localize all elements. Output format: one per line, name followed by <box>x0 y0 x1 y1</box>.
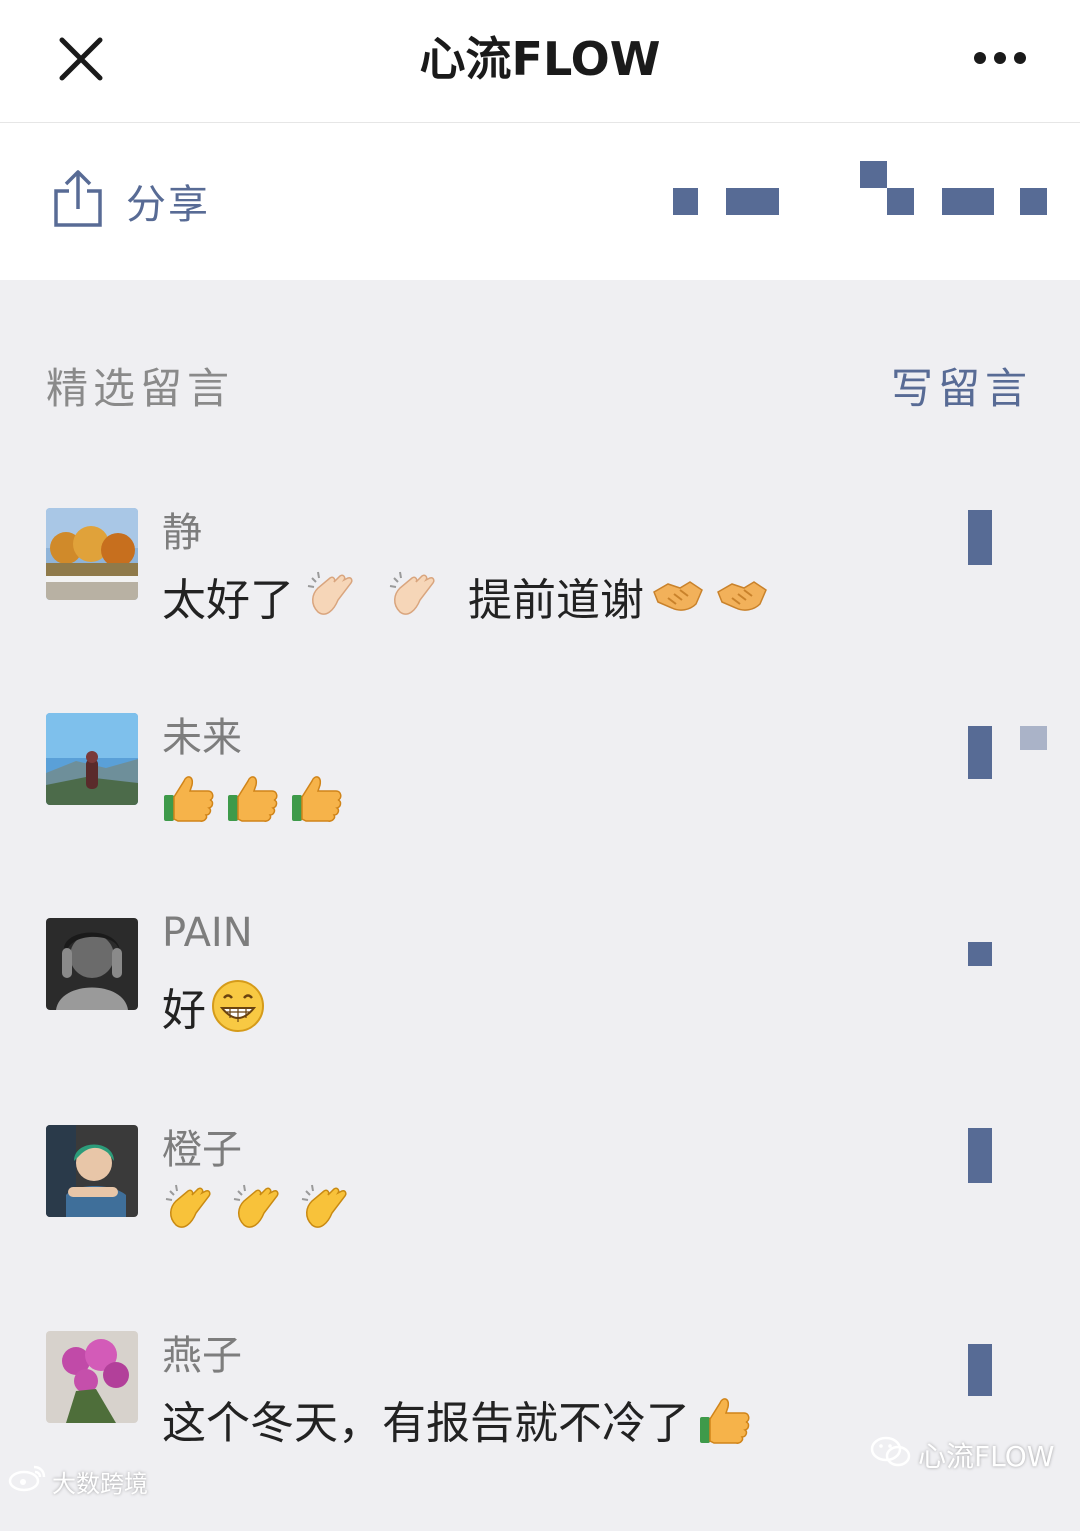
more-dots-icon[interactable] <box>968 40 1032 76</box>
avatar[interactable] <box>46 713 138 805</box>
clap-light-icon <box>304 568 360 624</box>
like-indicator-light <box>1020 726 1047 750</box>
comment-author: 静 <box>162 510 202 556</box>
thumbs-up-icon <box>290 769 346 825</box>
comment-text <box>162 769 354 825</box>
watermark: 心流FLOW <box>870 1433 1054 1477</box>
comment-text: 好 <box>162 974 274 1038</box>
comment-item: 橙子 <box>0 1125 1080 1325</box>
grin-icon <box>210 978 266 1034</box>
section-header: 精选留言 写留言 <box>0 355 1080 435</box>
share-upload-icon <box>52 169 104 233</box>
section-title: 精选留言 <box>46 364 235 413</box>
wechat-icon <box>870 1434 912 1477</box>
comment-text-part: 太好了 <box>162 575 294 626</box>
comment-text: 太好了 提前道谢 <box>162 564 778 628</box>
avatar[interactable] <box>46 1331 138 1423</box>
watermark-secondary-text: 大数跨境 <box>52 1469 148 1498</box>
comment-author: 橙子 <box>162 1127 242 1173</box>
comment-text: 这个冬天，有报告就不冷了 <box>162 1387 762 1451</box>
like-indicator[interactable] <box>968 726 992 779</box>
thumbs-up-icon <box>162 769 218 825</box>
weibo-icon <box>8 1463 48 1499</box>
clap-light-icon <box>386 568 442 624</box>
clap-icon <box>230 1181 286 1237</box>
watermark-secondary: 大数跨境 <box>8 1463 148 1499</box>
comment-text-part: 这个冬天，有报告就不冷了 <box>162 1398 690 1449</box>
avatar[interactable] <box>46 918 138 1010</box>
like-indicator[interactable] <box>968 1128 992 1183</box>
comment-item: 燕子 这个冬天，有报告就不冷了 <box>0 1331 1080 1531</box>
top-bar: 心流FLOW <box>0 0 1080 123</box>
comment-item: 未来 <box>0 713 1080 913</box>
watermark-text: 心流FLOW <box>918 1440 1055 1473</box>
comment-text <box>162 1181 362 1237</box>
comment-author: 未来 <box>162 715 242 761</box>
page-title: 心流FLOW <box>419 32 661 86</box>
thumbs-up-icon <box>226 769 282 825</box>
handshake-icon <box>650 568 706 624</box>
share-label: 分享 <box>126 182 210 228</box>
share-bar: 分享 <box>0 123 1080 280</box>
clap-icon <box>162 1181 218 1237</box>
like-indicator[interactable] <box>968 1344 992 1396</box>
handshake-icon <box>714 568 770 624</box>
avatar[interactable] <box>46 508 138 600</box>
comment-author: 燕子 <box>162 1333 242 1379</box>
comment-item: PAIN 好 <box>0 910 1080 1118</box>
like-indicator[interactable] <box>968 510 992 565</box>
avatar[interactable] <box>46 1125 138 1217</box>
clap-icon <box>298 1181 354 1237</box>
comment-author: PAIN <box>162 910 253 956</box>
thumbs-up-icon <box>698 1391 754 1447</box>
write-comment-button[interactable]: 写留言 <box>891 355 1032 416</box>
share-button[interactable]: 分享 <box>52 151 210 251</box>
like-indicator[interactable] <box>968 942 992 966</box>
comment-text-part: 好 <box>162 985 206 1036</box>
comment-text-part: 提前道谢 <box>468 575 644 626</box>
comment-item: 静 太好了 提前道谢 <box>0 508 1080 708</box>
